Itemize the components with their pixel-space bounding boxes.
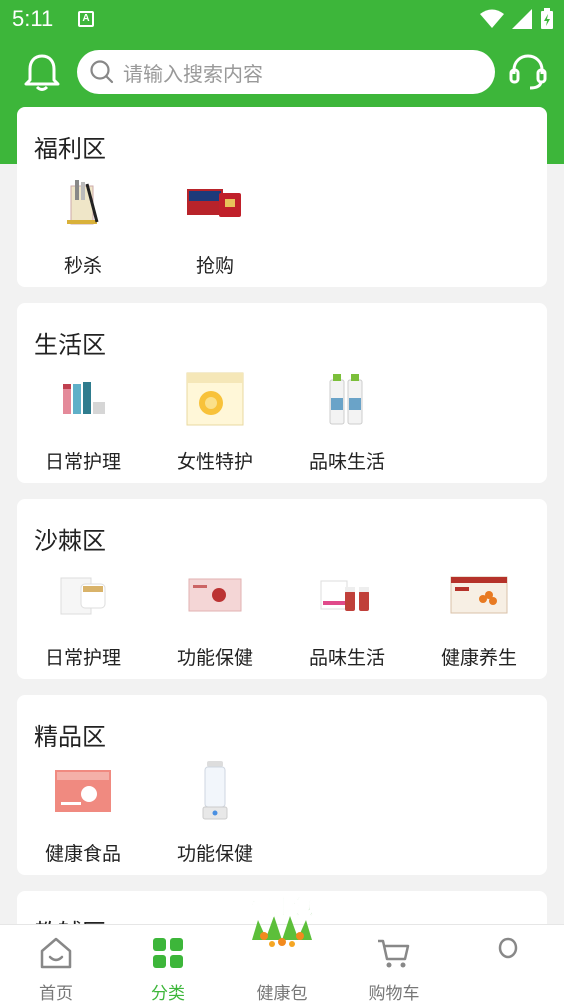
category-flash-sale[interactable]: 秒杀	[17, 171, 149, 281]
product-thumbnail	[47, 367, 119, 431]
section-title: 生活区	[34, 331, 106, 359]
search-input[interactable]: 请输入搜索内容	[123, 58, 263, 87]
battery-charging-icon	[541, 8, 553, 29]
section-title: 福利区	[34, 135, 106, 163]
section-welfare: 福利区 秒杀 抢购	[17, 107, 547, 287]
category-grid-icon	[153, 938, 183, 968]
category-daily-care[interactable]: 日常护理	[17, 367, 149, 477]
section-title: 精品区	[34, 723, 106, 751]
cart-icon	[378, 939, 410, 968]
category-label: 品味生活	[308, 451, 385, 473]
search-bar[interactable]: 请输入搜索内容	[77, 50, 495, 94]
tab-cart[interactable]: 购物车	[338, 925, 450, 1004]
category-health-function[interactable]: 功能保健	[149, 759, 281, 869]
product-thumbnail	[179, 563, 251, 627]
bell-icon[interactable]	[22, 52, 62, 92]
product-thumbnail	[179, 171, 251, 235]
tab-label: 健康包	[256, 984, 308, 1004]
wifi-icon	[480, 9, 504, 28]
category-health-function[interactable]: 功能保健	[149, 563, 281, 673]
tab-category[interactable]: 分类	[112, 925, 224, 1004]
category-rush-buy[interactable]: 抢购	[149, 171, 281, 281]
status-time: 5:11	[12, 6, 54, 31]
tab-label: 首页	[39, 984, 73, 1004]
product-thumbnail	[311, 563, 383, 627]
profile-icon	[498, 937, 518, 959]
tab-label: 购物车	[368, 984, 420, 1004]
category-label: 女性特护	[176, 451, 253, 473]
category-label: 健康食品	[44, 843, 121, 865]
status-bar: 5:11 A	[0, 0, 564, 40]
section-title: 沙棘区	[34, 527, 106, 555]
section-seabuckthorn: 沙棘区 日常护理 功能保健 品味生活 健康养生	[17, 499, 547, 679]
product-thumbnail	[179, 759, 251, 823]
notification-icon: A	[78, 11, 94, 27]
customer-service-icon[interactable]	[508, 52, 548, 92]
section-life: 生活区 日常护理 女性特护 品味生活	[17, 303, 547, 483]
category-taste-life[interactable]: 品味生活	[281, 367, 413, 477]
category-label: 抢购	[195, 255, 234, 277]
section-boutique: 精品区 健康食品 功能保健	[17, 695, 547, 875]
category-taste-life[interactable]: 品味生活	[281, 563, 413, 673]
product-thumbnail	[47, 759, 119, 823]
category-label: 功能保健	[176, 647, 253, 669]
tab-label: 分类	[151, 984, 185, 1004]
category-label: 品味生活	[308, 647, 385, 669]
tab-profile[interactable]	[452, 925, 564, 1004]
category-daily-care[interactable]: 日常护理	[17, 563, 149, 673]
category-label: 健康养生	[440, 647, 517, 669]
category-health-wellness[interactable]: 健康养生	[413, 563, 545, 673]
product-thumbnail	[443, 563, 515, 627]
category-label: 日常护理	[44, 451, 121, 473]
product-thumbnail	[47, 563, 119, 627]
category-label: 日常护理	[44, 647, 121, 669]
category-female-care[interactable]: 女性特护	[149, 367, 281, 477]
system-icons	[480, 8, 554, 30]
health-pack-logo[interactable]: 健康包	[244, 880, 320, 960]
product-thumbnail	[179, 367, 251, 431]
health-pack-logo-text: 健康包	[251, 894, 314, 919]
category-health-food[interactable]: 健康食品	[17, 759, 149, 869]
product-thumbnail	[311, 367, 383, 431]
product-thumbnail	[47, 171, 119, 235]
search-icon	[90, 60, 114, 84]
tab-home[interactable]: 首页	[0, 925, 112, 1004]
category-label: 秒杀	[63, 255, 102, 277]
cellular-signal-icon	[512, 9, 532, 29]
home-icon	[40, 937, 72, 969]
category-label: 功能保健	[176, 843, 253, 865]
